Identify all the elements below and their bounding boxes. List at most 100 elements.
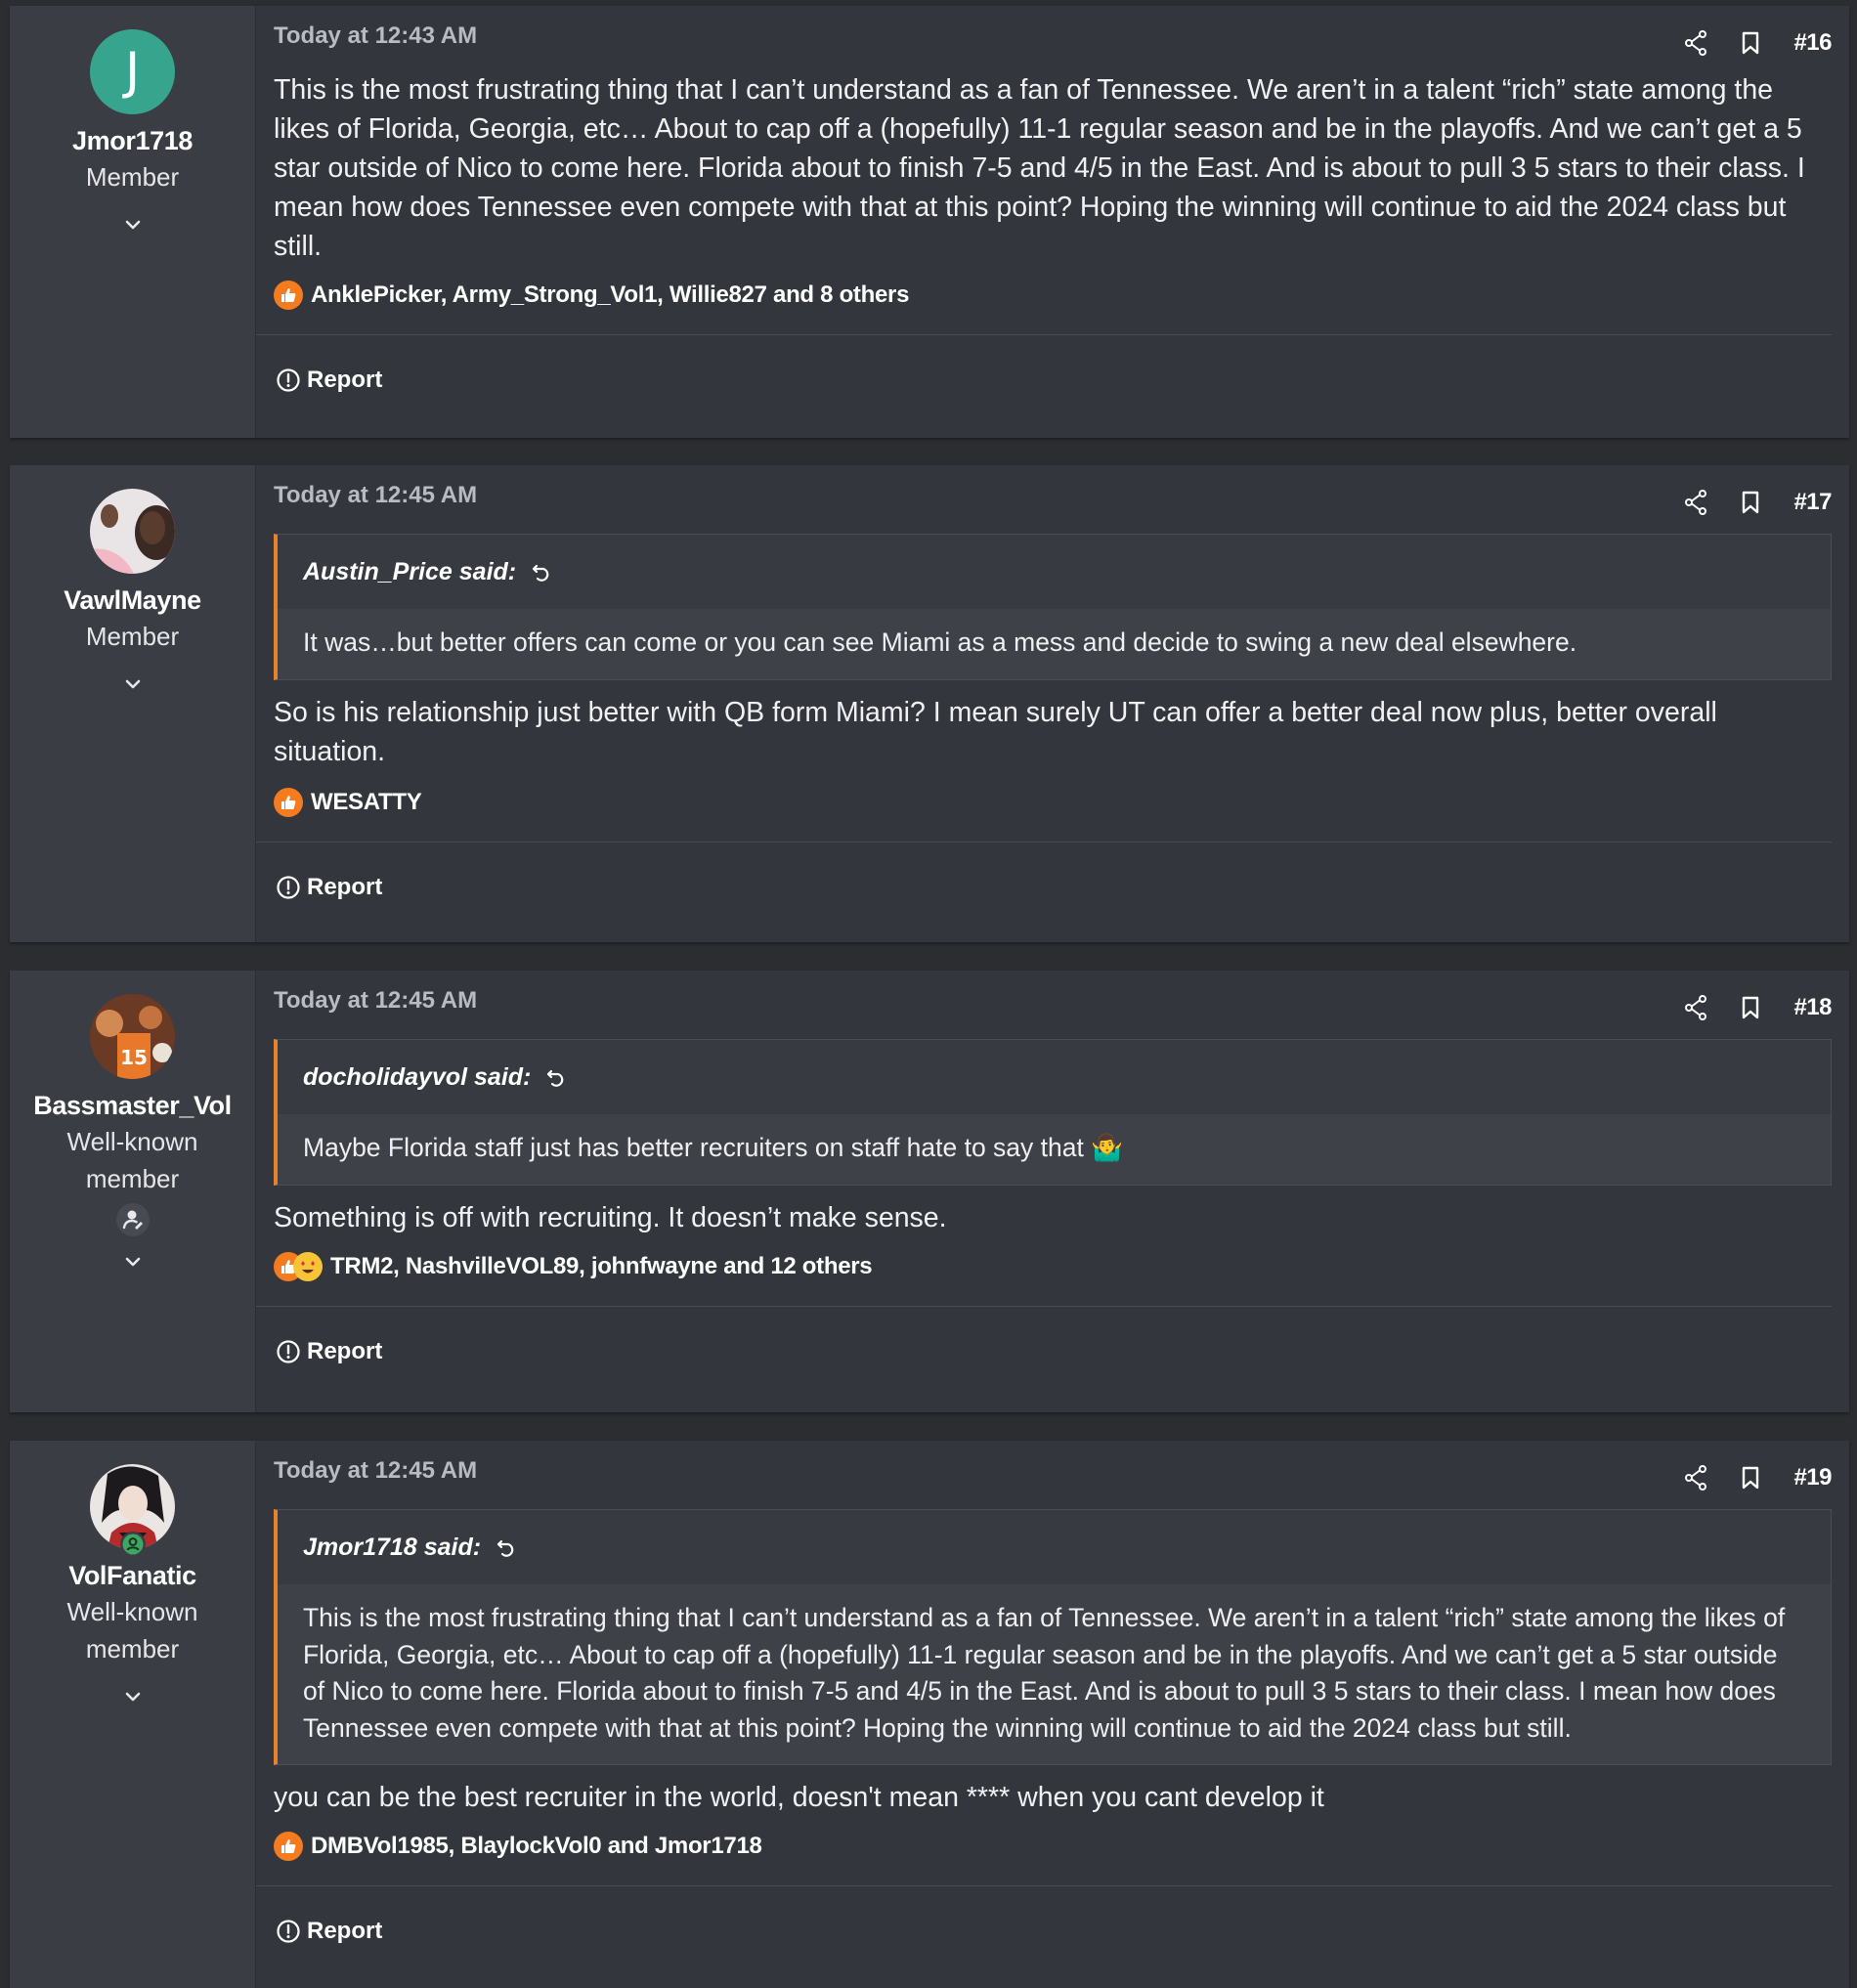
user-title: Well-known member (66, 1127, 198, 1193)
like-reaction-icon (274, 787, 303, 817)
chevron-down-icon[interactable] (121, 674, 145, 694)
post-17: VawlMayne Member Today at 12:45 AM #17 A… (10, 465, 1849, 942)
reactions-bar[interactable]: DMBVol1985, BlaylockVol0 and Jmor1718 (274, 1819, 1832, 1874)
reactions-bar[interactable]: TRM2, NashvilleVOL89, johnfwayne and 12 … (274, 1239, 1832, 1294)
bookmark-icon[interactable] (1741, 1466, 1760, 1490)
chevron-down-icon[interactable] (121, 1252, 145, 1272)
like-reaction-icon (274, 1832, 303, 1861)
alert-circle-icon (277, 1339, 300, 1363)
username[interactable]: VolFanatic (10, 1561, 255, 1591)
post-footer: Report (256, 841, 1832, 932)
post-meta: Today at 12:45 AM #18 (274, 971, 1832, 1039)
post-16: J Jmor1718 Member Today at 12:43 AM #16 … (10, 6, 1849, 438)
user-title: Member (85, 622, 180, 651)
reactions-bar[interactable]: WESATTY (274, 775, 1832, 830)
post-body: you can be the best recruiter in the wor… (274, 1782, 1324, 1813)
post-number[interactable]: #17 (1793, 489, 1832, 516)
alert-circle-icon (277, 1920, 300, 1943)
post-body: This is the most frustrating thing that … (274, 74, 1805, 262)
post-number[interactable]: #19 (1793, 1464, 1832, 1491)
post-number[interactable]: #18 (1793, 994, 1832, 1021)
quote-author[interactable]: docholidayvol said: (303, 1063, 531, 1092)
post-18: 15 Bassmaster_Vol Well-known member Toda… (10, 971, 1849, 1412)
quote-text: Maybe Florida staff just has better recr… (278, 1114, 1831, 1185)
quote-header[interactable]: docholidayvol said: (278, 1040, 1831, 1114)
post-main: Today at 12:45 AM #17 Austin_Price said:… (256, 465, 1849, 942)
user-title: Member (85, 162, 180, 192)
quote-block: Jmor1718 said: This is the most frustrat… (274, 1509, 1832, 1765)
username[interactable]: Bassmaster_Vol (10, 1091, 255, 1121)
quote-author[interactable]: Jmor1718 said: (303, 1534, 481, 1562)
report-button[interactable]: Report (276, 1338, 382, 1365)
post-main: Today at 12:43 AM #16 This is the most f… (256, 6, 1849, 438)
post-number[interactable]: #16 (1793, 29, 1832, 57)
quote-author[interactable]: Austin_Price said: (303, 558, 516, 586)
avatar[interactable]: 15 (90, 994, 175, 1079)
post-footer: Report (256, 1885, 1832, 1976)
svg-text:15: 15 (120, 1046, 148, 1069)
avatar[interactable]: J (90, 29, 175, 114)
reactions-bar[interactable]: AnklePicker, Army_Strong_Vol1, Willie827… (274, 268, 1832, 323)
post-footer: Report (256, 1305, 1832, 1397)
post-meta: Today at 12:45 AM #17 (274, 465, 1832, 534)
bookmark-icon[interactable] (1741, 996, 1760, 1019)
jump-to-quote-icon[interactable] (544, 1065, 568, 1089)
jump-to-quote-icon[interactable] (495, 1535, 518, 1559)
post-body: Something is off with recruiting. It doe… (274, 1201, 947, 1233)
quote-block: docholidayvol said: Maybe Florida staff … (274, 1039, 1832, 1186)
share-icon[interactable] (1684, 1465, 1707, 1491)
chevron-down-icon[interactable] (121, 1687, 145, 1707)
post-date[interactable]: Today at 12:45 AM (274, 1457, 477, 1485)
reactions-text[interactable]: AnklePicker, Army_Strong_Vol1, Willie827… (311, 281, 909, 309)
post-body: So is his relationship just better with … (274, 696, 1717, 767)
share-icon[interactable] (1684, 30, 1707, 56)
user-title: Well-known member (66, 1597, 198, 1664)
chevron-down-icon[interactable] (121, 215, 145, 235)
avatar-image (90, 489, 175, 574)
reactions-text[interactable]: WESATTY (311, 789, 422, 816)
user-badge-icon[interactable] (115, 1203, 150, 1236)
avatar-letter: J (90, 29, 175, 114)
post-user-panel: J Jmor1718 Member (10, 6, 256, 438)
post-19: VolFanatic Well-known member Today at 12… (10, 1441, 1849, 1988)
bookmark-icon[interactable] (1741, 491, 1760, 514)
share-icon[interactable] (1684, 995, 1707, 1020)
report-label: Report (307, 1337, 383, 1364)
reactions-text[interactable]: DMBVol1985, BlaylockVol0 and Jmor1718 (311, 1833, 762, 1860)
post-user-panel: 15 Bassmaster_Vol Well-known member (10, 971, 256, 1412)
avatar[interactable] (90, 1464, 175, 1557)
online-status-icon (120, 1532, 146, 1557)
alert-circle-icon (277, 875, 300, 899)
quote-block: Austin_Price said: It was…but better off… (274, 534, 1832, 680)
quote-text: This is the most frustrating thing that … (278, 1584, 1831, 1764)
username[interactable]: VawlMayne (10, 585, 255, 616)
bookmark-icon[interactable] (1741, 31, 1760, 55)
report-label: Report (307, 873, 383, 900)
quote-header[interactable]: Jmor1718 said: (278, 1510, 1831, 1584)
post-meta: Today at 12:43 AM #16 (274, 6, 1832, 74)
avatar-image: 15 (90, 994, 175, 1079)
report-button[interactable]: Report (276, 874, 382, 901)
like-reaction-icon (274, 281, 303, 310)
post-main: Today at 12:45 AM #18 docholidayvol said… (256, 971, 1849, 1412)
love-reaction-icon (293, 1251, 323, 1281)
post-date[interactable]: Today at 12:43 AM (274, 22, 477, 50)
avatar[interactable] (90, 489, 175, 574)
alert-circle-icon (277, 368, 300, 392)
report-label: Report (307, 1918, 383, 1944)
post-main: Today at 12:45 AM #19 Jmor1718 said: Thi… (256, 1441, 1849, 1988)
post-footer: Report (256, 334, 1832, 425)
quote-text: It was…but better offers can come or you… (278, 609, 1831, 679)
report-button[interactable]: Report (276, 1918, 382, 1945)
share-icon[interactable] (1684, 490, 1707, 515)
quote-header[interactable]: Austin_Price said: (278, 535, 1831, 609)
post-meta: Today at 12:45 AM #19 (274, 1441, 1832, 1509)
username[interactable]: Jmor1718 (10, 126, 255, 156)
jump-to-quote-icon[interactable] (530, 560, 553, 583)
post-date[interactable]: Today at 12:45 AM (274, 987, 477, 1015)
post-user-panel: VawlMayne Member (10, 465, 256, 942)
reactions-text[interactable]: TRM2, NashvilleVOL89, johnfwayne and 12 … (330, 1253, 873, 1280)
post-user-panel: VolFanatic Well-known member (10, 1441, 256, 1988)
report-button[interactable]: Report (276, 367, 382, 394)
post-date[interactable]: Today at 12:45 AM (274, 482, 477, 509)
